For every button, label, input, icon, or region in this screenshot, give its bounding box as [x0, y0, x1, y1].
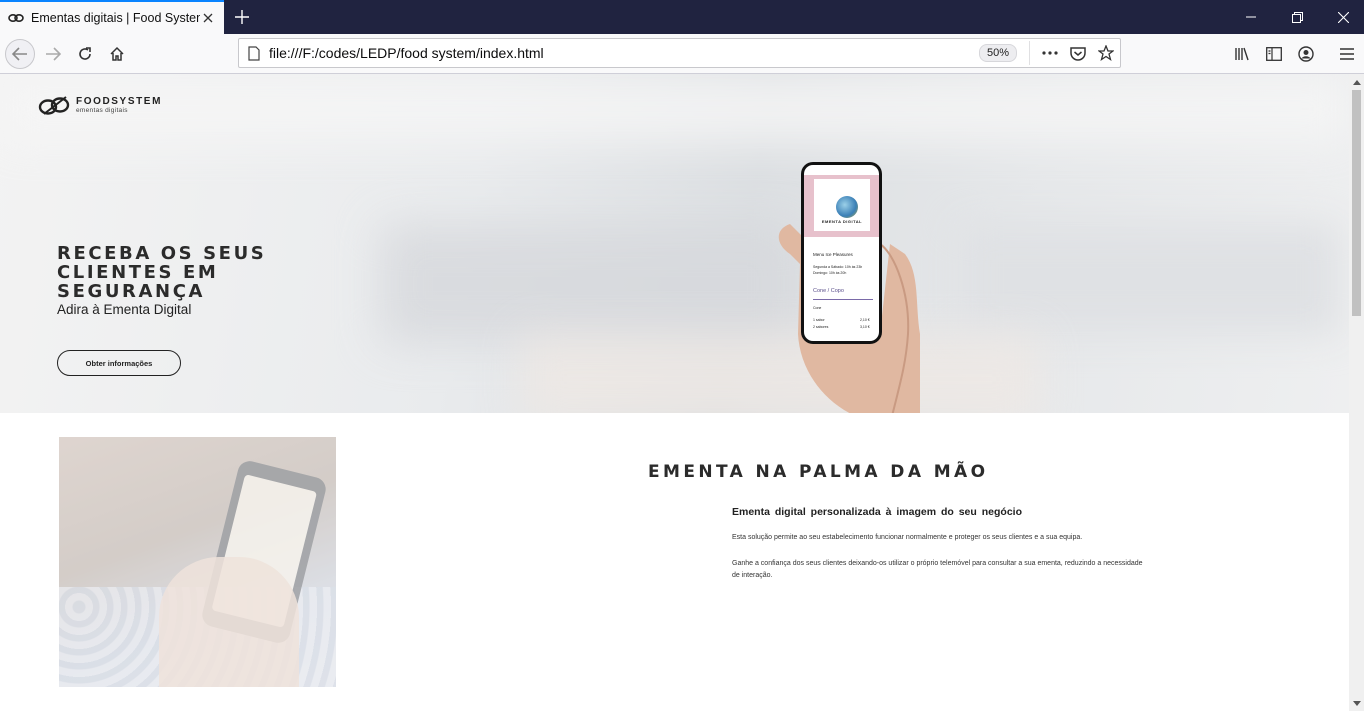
globe-icon [836, 196, 858, 218]
home-button[interactable] [102, 39, 132, 69]
foodsystem-logo-icon [38, 96, 70, 115]
section-title: EMENTA NA PALMA DA MÃO [648, 462, 989, 482]
scroll-up-icon[interactable] [1349, 74, 1364, 90]
forward-button[interactable] [38, 39, 68, 69]
phone-banner-title: EMENTA DIGITAL [821, 219, 863, 224]
hero-section: FOODSYSTEM ementas digitais RECEBA OS SE… [0, 74, 1349, 413]
phone-hours-1: Segunda a Sábado: 10h às 23h [813, 265, 863, 269]
section-subtitle: Ementa digital personalizada à imagem do… [732, 506, 1022, 518]
phone-price-2: 3,10 € [860, 325, 870, 329]
page-viewport: FOODSYSTEM ementas digitais RECEBA OS SE… [0, 74, 1349, 711]
vertical-scrollbar[interactable] [1349, 74, 1364, 711]
phone-in-hand-photo [59, 437, 336, 687]
tab-title: Ementas digitais | Food System [31, 11, 200, 25]
close-tab-icon[interactable] [200, 10, 216, 26]
phone-item-1: 1 sabor [813, 318, 825, 322]
minimize-icon[interactable] [1228, 0, 1274, 34]
sidebar-icon[interactable] [1259, 39, 1289, 69]
restore-icon[interactable] [1274, 0, 1320, 34]
close-window-icon[interactable] [1320, 0, 1364, 34]
address-bar[interactable]: file:///F:/codes/LEDP/food system/index.… [238, 38, 1121, 68]
back-button[interactable] [5, 39, 35, 69]
library-icon[interactable] [1228, 39, 1258, 69]
url-separator [1029, 41, 1030, 65]
phone-section: Cone / Copo [813, 288, 844, 294]
phone-price-1: 2,10 € [860, 318, 870, 322]
section-paragraph-2: Ganhe a confiança dos seus clientes deix… [732, 560, 1143, 579]
url-text[interactable]: file:///F:/codes/LEDP/food system/index.… [269, 45, 979, 61]
scrollbar-thumb[interactable] [1352, 90, 1361, 316]
new-tab-icon[interactable] [232, 7, 252, 27]
hero-background [960, 224, 1340, 334]
phone-hours-2: Domingo: 10h às 20h [813, 271, 847, 275]
phone-mockup: EMENTA DIGITAL Menu Ice Pleasures Segund… [801, 162, 882, 344]
pocket-icon[interactable] [1064, 39, 1092, 67]
menu-icon[interactable] [1332, 39, 1362, 69]
hero-subtitle: Adira à Ementa Digital [57, 302, 192, 317]
account-icon[interactable] [1291, 39, 1321, 69]
active-tab[interactable]: Ementas digitais | Food System [0, 0, 224, 34]
tab-strip: Ementas digitais | Food System [0, 0, 1364, 34]
scroll-down-icon[interactable] [1349, 695, 1364, 711]
navigation-toolbar: file:///F:/codes/LEDP/food system/index.… [0, 34, 1364, 74]
logo-tagline: ementas digitais [76, 107, 128, 114]
reload-button[interactable] [70, 39, 100, 69]
phone-menu-name: Menu Ice Pleasures [813, 252, 853, 257]
section-paragraph-1: Esta solução permite ao seu estabelecime… [732, 534, 1083, 541]
photo-overlay [59, 437, 336, 687]
page-icon [239, 45, 269, 61]
hero-title: RECEBA OS SEUS CLIENTES EM SEGURANÇA [57, 243, 267, 302]
zoom-level-badge[interactable]: 50% [978, 44, 1017, 62]
get-info-button[interactable]: Obter informações [57, 350, 181, 376]
foodsystem-favicon-icon [8, 10, 24, 26]
site-logo[interactable]: FOODSYSTEM ementas digitais [38, 94, 162, 118]
page-actions-icon[interactable] [1036, 39, 1064, 67]
phone-subsection: Cone [813, 306, 822, 310]
bookmark-star-icon[interactable] [1092, 39, 1120, 67]
phone-screen: EMENTA DIGITAL Menu Ice Pleasures Segund… [804, 165, 879, 341]
hero-background [0, 74, 1349, 144]
phone-divider [813, 299, 873, 300]
hero-background [380, 224, 800, 344]
menu-banner-card: EMENTA DIGITAL [814, 179, 870, 231]
phone-item-2: 2 sabores [813, 325, 829, 329]
logo-name: FOODSYSTEM [76, 96, 163, 107]
